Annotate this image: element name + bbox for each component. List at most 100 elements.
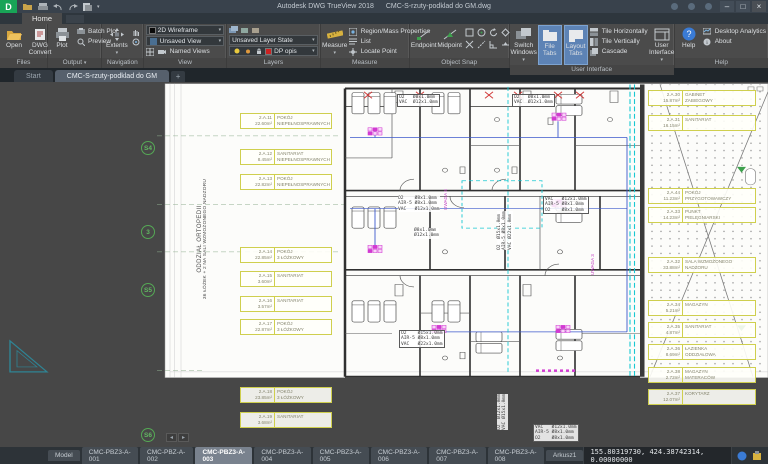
plot-printer-icon (55, 26, 70, 42)
signin-icon[interactable] (671, 3, 678, 10)
named-views-label: Named Views (169, 48, 210, 55)
about-button[interactable]: i About (703, 37, 766, 46)
layer-state-combo[interactable]: Unsaved Layer State ▾ (229, 35, 318, 45)
snap-perpendicular-icon[interactable] (488, 39, 499, 50)
qat-redo-icon[interactable] (68, 3, 78, 11)
dwg-trueview-window: D ▾ Autodesk DWG TrueView 2018 CMC-S-rzu… (0, 0, 768, 464)
panel-title-user-interface[interactable]: User Interface (509, 65, 674, 75)
layout-tab[interactable]: CMC-PBZ3-A-004 (254, 446, 311, 464)
qat-batchplot-icon[interactable] (83, 2, 92, 11)
infocenter (671, 3, 712, 10)
layout-tab[interactable]: CMC-PBZ3-A-008 (487, 446, 544, 464)
cascade-label: Cascade (601, 48, 628, 55)
snap-rotate-icon[interactable] (488, 27, 499, 38)
panel-title-measure[interactable]: Measure (320, 58, 409, 68)
measure-button[interactable]: Measure ▾ (322, 25, 347, 58)
snap-extension-icon[interactable] (476, 39, 487, 50)
layer-freeze-icon[interactable] (251, 25, 260, 34)
window-buttons: – □ × (720, 1, 766, 12)
ribbon-overflow[interactable] (66, 15, 85, 23)
tile-vertically-button[interactable]: Tile Vertically (590, 37, 648, 46)
panel-help: ? Help Desktop Analytics i About Help (674, 24, 768, 68)
named-views-button[interactable]: Named Views (146, 47, 224, 56)
layer-combo[interactable]: DP opis ▾ (229, 46, 318, 56)
plot-button[interactable]: Plot (50, 25, 74, 58)
list-icon (349, 37, 358, 46)
qat-open-icon[interactable] (23, 3, 33, 11)
help-button[interactable]: ? Help (677, 25, 701, 58)
orbit-icon (132, 37, 141, 46)
svg-text:?: ? (686, 29, 691, 39)
snap-endpoint-button[interactable]: Endpoint (411, 25, 437, 58)
layout-tabs-button[interactable]: Layout Tabs (563, 25, 588, 65)
layout-tab[interactable]: CMC-PBZ3-A-007 (429, 446, 486, 464)
panel-title-object-snap[interactable]: Object Snap (409, 58, 509, 68)
communication-center-icon[interactable] (688, 3, 695, 10)
maximize-button[interactable]: □ (736, 1, 750, 12)
extents-button[interactable]: Extents ▾ (104, 25, 130, 58)
open-label: Open (6, 42, 22, 49)
qat-plot-icon[interactable] (38, 2, 48, 11)
layout-tab[interactable]: CMC-PBZ3-A-006 (370, 446, 428, 464)
title-bar: D ▾ Autodesk DWG TrueView 2018 CMC-S-rzu… (0, 0, 768, 13)
panel-title-files[interactable]: Files (0, 58, 47, 68)
layout-tab[interactable]: CMC-PBZ-A-002 (140, 446, 194, 464)
file-tab-document[interactable]: CMC-S-rzuty-podklad do GM (54, 70, 170, 82)
user-interface-button[interactable]: User Interface ▾ (649, 25, 674, 65)
orbit-button[interactable] (132, 37, 141, 46)
snap-center-icon[interactable] (476, 27, 487, 38)
document-title: CMC-S-rzuty-podklad do GM.dwg (385, 3, 491, 10)
layout-tab[interactable]: Arkusz1 (545, 450, 584, 461)
layout-tab[interactable]: CMC-PBZ3-A-003 (195, 446, 253, 464)
open-folder-icon (6, 26, 22, 42)
snap-node-icon[interactable] (464, 27, 475, 38)
file-tab-start[interactable]: Start (14, 70, 53, 82)
visual-style-combo[interactable]: 2D Wireframe ▾ (145, 25, 225, 35)
desktop-analytics-button[interactable]: Desktop Analytics (703, 27, 766, 36)
scroll-left-icon[interactable]: ◂ (166, 433, 177, 442)
view-state-combo[interactable]: Unsaved View ▾ (145, 36, 225, 46)
camera-icon (158, 47, 167, 56)
pan-button[interactable] (132, 27, 141, 36)
switch-windows-button[interactable]: Switch Windows ▾ (511, 25, 537, 65)
scroll-right-icon[interactable]: ▸ (178, 433, 189, 442)
panel-title-layers[interactable]: Layers (227, 58, 320, 68)
tab-home[interactable]: Home (22, 13, 63, 24)
canvas-scrollbar[interactable]: ◂ ▸ (166, 433, 189, 442)
new-tab-button[interactable]: + (171, 71, 186, 82)
isolate-objects-icon[interactable] (752, 450, 762, 461)
snap-intersection-icon[interactable] (464, 39, 475, 50)
switch-windows-icon (515, 26, 532, 42)
snap-midpoint-button[interactable]: Midpoint (437, 25, 462, 58)
annotation-monitor-icon[interactable] (737, 450, 747, 461)
tile-horizontal-icon (590, 27, 599, 36)
favorites-icon[interactable] (705, 3, 712, 10)
layout-tab[interactable]: CMC-PBZ3-A-001 (81, 446, 139, 464)
panel-title-view[interactable]: View (143, 58, 227, 68)
file-tabs-label: File Tabs (542, 43, 557, 57)
panel-title-navigation[interactable]: Navigation (102, 58, 143, 68)
help-icon: ? (682, 26, 696, 42)
close-button[interactable]: × (752, 1, 766, 12)
zoom-extents-icon (109, 26, 124, 42)
file-tabs-button[interactable]: File Tabs (537, 25, 562, 65)
layer-state-value: Unsaved Layer State (232, 36, 293, 44)
qat-undo-icon[interactable] (53, 3, 63, 11)
panel-title-help[interactable]: Help (674, 58, 768, 68)
layer-off-icon[interactable] (240, 25, 249, 34)
layout-tab[interactable]: CMC-PBZ3-A-005 (312, 446, 369, 464)
layer-properties-icon[interactable] (229, 25, 239, 34)
layout-tab[interactable]: Model (48, 450, 80, 461)
tile-vertically-label: Tile Vertically (601, 38, 640, 45)
qat-dropdown-icon[interactable]: ▾ (97, 4, 100, 10)
tile-horizontally-button[interactable]: Tile Horizontally (590, 27, 648, 36)
batch-plot-icon (76, 27, 85, 36)
app-logo-icon[interactable]: D (0, 0, 17, 13)
visual-style-value: 2D Wireframe (157, 26, 198, 34)
panel-title-output[interactable]: Output ▾ (48, 58, 101, 68)
drawing-canvas[interactable]: 2.A.11 22.60m² POKÓJ NIEPEŁNOSPRAWNYCH 2.A.1… (0, 82, 768, 447)
minimize-button[interactable]: – (720, 1, 734, 12)
open-button[interactable]: Open (2, 25, 26, 58)
cascade-button[interactable]: Cascade (590, 47, 648, 56)
about-label: About (714, 38, 732, 45)
